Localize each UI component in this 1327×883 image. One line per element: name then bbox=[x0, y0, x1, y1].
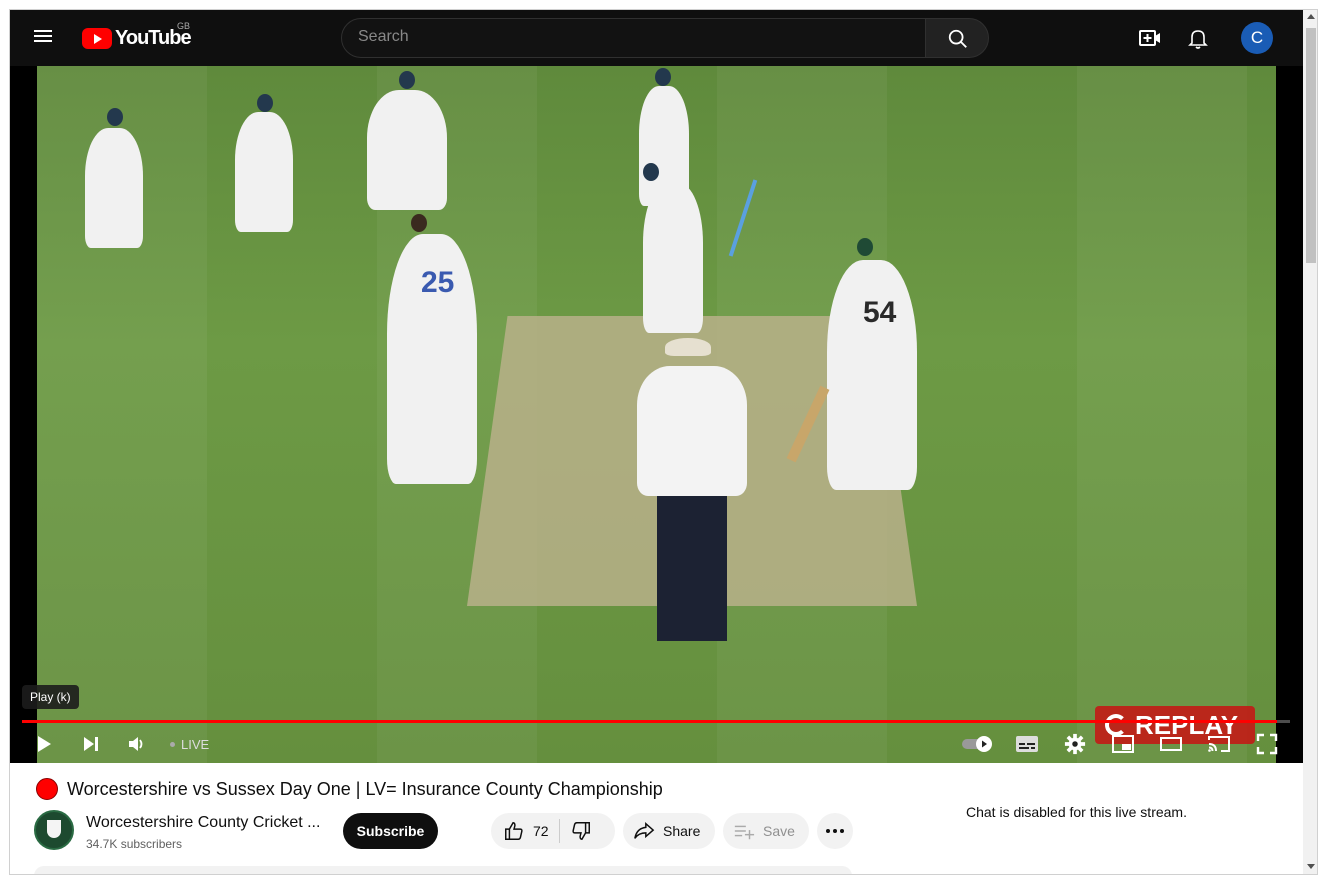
non-striker-head bbox=[857, 238, 873, 256]
fielder bbox=[85, 128, 143, 248]
create-video-icon[interactable] bbox=[1138, 26, 1162, 50]
bowler-head bbox=[411, 214, 427, 232]
share-button[interactable]: Share bbox=[623, 813, 715, 849]
miniplayer-icon bbox=[1112, 735, 1134, 753]
theater-mode-icon bbox=[1160, 737, 1182, 751]
dislike-button[interactable] bbox=[570, 820, 592, 842]
subtitles-icon bbox=[1016, 736, 1038, 752]
umpire bbox=[637, 366, 747, 496]
search-icon bbox=[948, 29, 967, 48]
fielder bbox=[367, 90, 447, 210]
chat-disabled-message: Chat is disabled for this live stream. bbox=[966, 804, 1187, 820]
browser-window: YouTube GB Search C 25 54 REPLAY Play (k… bbox=[9, 9, 1318, 875]
channel-avatar[interactable] bbox=[34, 810, 74, 850]
fielder-head bbox=[257, 94, 273, 112]
youtube-play-logo-icon bbox=[82, 27, 112, 49]
non-striker-jersey-number: 54 bbox=[863, 296, 897, 329]
fullscreen-icon bbox=[1256, 733, 1278, 755]
scroll-down-arrow-icon[interactable] bbox=[1307, 864, 1315, 869]
more-actions-button[interactable] bbox=[817, 813, 853, 849]
player-controls: LIVE bbox=[10, 726, 1303, 763]
more-horizontal-icon bbox=[826, 829, 844, 833]
like-dislike-group: 72 bbox=[491, 813, 615, 849]
like-count: 72 bbox=[533, 823, 549, 839]
autoplay-toggle[interactable] bbox=[960, 730, 996, 758]
subtitles-button[interactable] bbox=[1013, 730, 1041, 758]
masthead: YouTube GB Search C bbox=[10, 10, 1303, 66]
play-icon bbox=[38, 736, 51, 752]
play-button[interactable] bbox=[30, 730, 58, 758]
menu-icon[interactable] bbox=[34, 27, 56, 49]
theater-mode-button[interactable] bbox=[1157, 730, 1185, 758]
video-title: Worcestershire vs Sussex Day One | LV= I… bbox=[67, 778, 663, 799]
progress-fill bbox=[22, 720, 1278, 723]
batter-head bbox=[643, 163, 659, 181]
page-scrollbar[interactable] bbox=[1303, 10, 1317, 874]
non-striker bbox=[827, 260, 917, 490]
save-playlist-icon bbox=[734, 825, 755, 840]
play-tooltip: Play (k) bbox=[22, 685, 79, 709]
grass-stripe bbox=[1077, 66, 1247, 763]
scroll-up-arrow-icon[interactable] bbox=[1307, 14, 1315, 19]
subscriber-count: 34.7K subscribers bbox=[86, 837, 183, 851]
share-label: Share bbox=[663, 823, 701, 839]
fielder-head bbox=[107, 108, 123, 126]
wicketkeeper-head bbox=[655, 68, 671, 86]
volume-icon bbox=[129, 737, 143, 751]
progress-bar[interactable] bbox=[22, 720, 1290, 723]
divider bbox=[558, 819, 560, 843]
like-button[interactable]: 72 bbox=[503, 820, 549, 842]
live-label: LIVE bbox=[181, 737, 210, 752]
search-button[interactable] bbox=[925, 18, 989, 58]
save-button[interactable]: Save bbox=[723, 813, 809, 849]
share-icon bbox=[634, 822, 655, 839]
video-frame[interactable]: 25 54 bbox=[37, 66, 1276, 763]
volume-button[interactable] bbox=[123, 730, 151, 758]
description-box[interactable] bbox=[34, 866, 852, 874]
cast-icon bbox=[1208, 736, 1230, 752]
save-label: Save bbox=[763, 823, 795, 839]
live-badge-icon bbox=[36, 778, 58, 800]
settings-icon bbox=[1064, 733, 1086, 755]
youtube-logo[interactable]: YouTube bbox=[82, 26, 192, 50]
search-input[interactable]: Search bbox=[341, 18, 926, 58]
scroll-thumb[interactable] bbox=[1306, 28, 1316, 263]
channel-name[interactable]: Worcestershire County Cricket ... bbox=[86, 814, 320, 832]
umpire-legs bbox=[657, 496, 727, 641]
settings-button[interactable] bbox=[1061, 730, 1089, 758]
fielder-head bbox=[399, 71, 415, 89]
miniplayer-button[interactable] bbox=[1109, 730, 1137, 758]
thumbs-up-icon bbox=[505, 822, 523, 840]
notifications-bell-icon[interactable] bbox=[1186, 26, 1210, 50]
video-player[interactable]: 25 54 REPLAY Play (k) LIVE bbox=[10, 66, 1303, 763]
fullscreen-button[interactable] bbox=[1253, 730, 1281, 758]
next-icon bbox=[84, 737, 98, 751]
batter bbox=[643, 183, 703, 333]
account-avatar[interactable]: C bbox=[1241, 22, 1273, 54]
umpire-hat bbox=[665, 338, 711, 356]
cast-button[interactable] bbox=[1205, 730, 1233, 758]
autoplay-toggle-icon bbox=[962, 736, 992, 752]
bowler-jersey-number: 25 bbox=[421, 266, 455, 299]
region-code: GB bbox=[177, 21, 191, 31]
thumbs-down-icon bbox=[571, 822, 590, 840]
subscribe-button[interactable]: Subscribe bbox=[343, 813, 438, 849]
live-indicator[interactable]: LIVE bbox=[170, 737, 209, 752]
next-button[interactable] bbox=[77, 730, 105, 758]
channel-row: Worcestershire County Cricket ... 34.7K … bbox=[34, 810, 874, 854]
video-title-row: Worcestershire vs Sussex Day One | LV= I… bbox=[36, 778, 663, 800]
live-dot bbox=[170, 742, 175, 747]
fielder bbox=[235, 112, 293, 232]
